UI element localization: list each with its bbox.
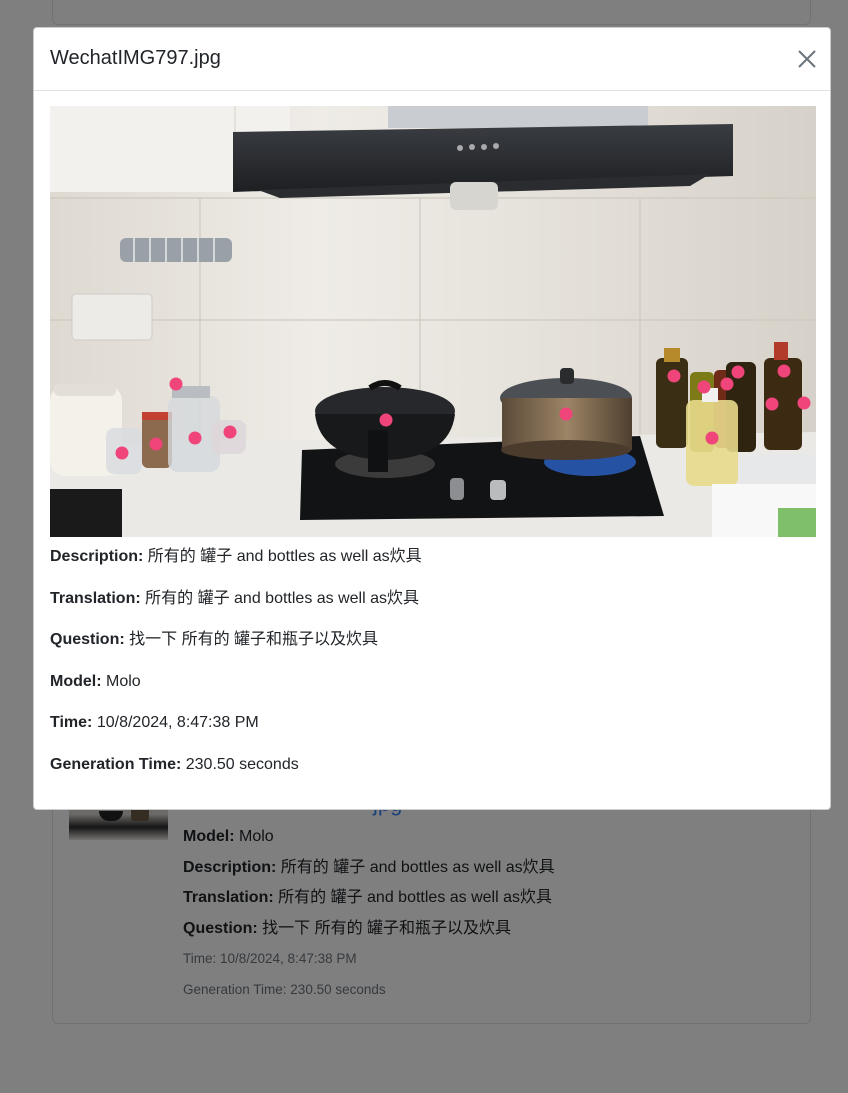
modal-title: WechatIMG797.jpg — [50, 47, 221, 69]
detail-generation-time: Generation Time: 230.50 seconds — [50, 755, 299, 773]
annotation-marker[interactable] — [169, 377, 183, 391]
annotation-marker[interactable] — [720, 377, 734, 391]
close-icon — [798, 50, 816, 68]
annotation-marker[interactable] — [149, 437, 163, 451]
annotation-marker[interactable] — [188, 431, 202, 445]
annotation-marker[interactable] — [705, 431, 719, 445]
annotation-marker[interactable] — [697, 380, 711, 394]
annotation-marker[interactable] — [667, 369, 681, 383]
annotation-marker[interactable] — [223, 425, 237, 439]
annotation-marker[interactable] — [731, 365, 745, 379]
annotation-marker[interactable] — [797, 396, 811, 410]
annotation-marker[interactable] — [379, 413, 393, 427]
detail-time: Time: 10/8/2024, 8:47:38 PM — [50, 714, 259, 731]
annotation-marker[interactable] — [765, 397, 779, 411]
close-button[interactable] — [796, 48, 818, 70]
annotation-marker[interactable] — [559, 407, 573, 421]
annotated-photo — [50, 106, 816, 537]
annotation-markers — [115, 364, 811, 460]
annotation-marker[interactable] — [115, 446, 129, 460]
image-modal: WechatIMG797.jpg Description: 所有的 罐子 and… — [33, 27, 831, 810]
annotation-marker[interactable] — [777, 364, 791, 378]
modal-header: WechatIMG797.jpg — [34, 28, 830, 91]
detail-translation: Translation: 所有的 罐子 and bottles as well … — [50, 589, 420, 607]
detail-description: Description: 所有的 罐子 and bottles as well … — [50, 548, 422, 565]
modal-body: Description: 所有的 罐子 and bottles as well … — [50, 106, 816, 773]
detail-model: Model: Molo — [50, 672, 141, 690]
detail-question: Question: 找一下 所有的 罐子和瓶子以及炊具 — [50, 631, 379, 648]
image-details: Description: 所有的 罐子 and bottles as well … — [50, 547, 422, 796]
